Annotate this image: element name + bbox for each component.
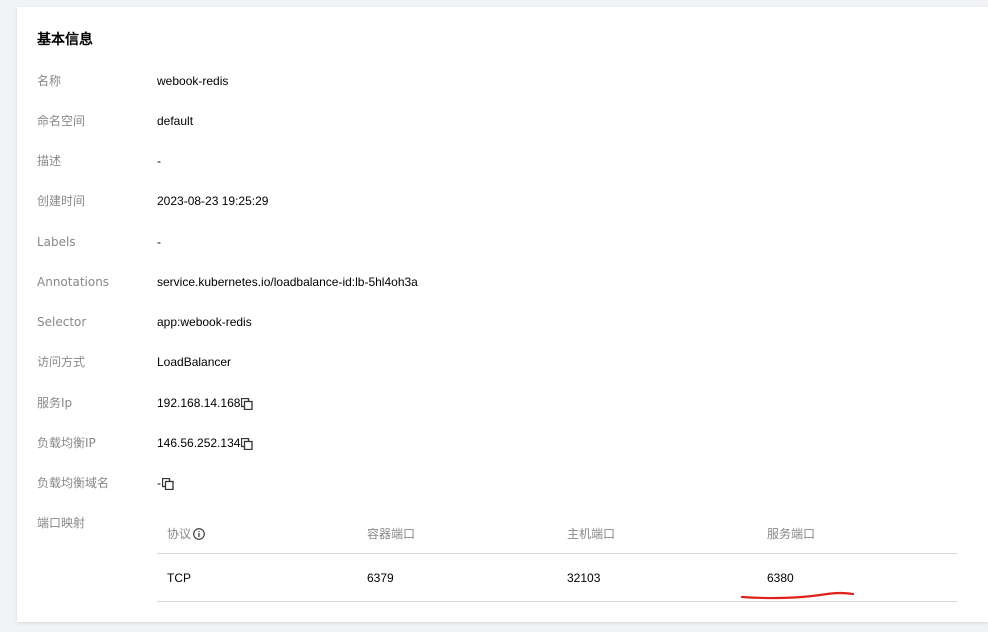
- cell-container-port: 6379: [367, 571, 394, 585]
- field-value: app:webook-redis: [157, 315, 252, 329]
- field-name: 名称 webook-redis: [0, 71, 988, 91]
- field-label: 服务Ip: [37, 396, 73, 410]
- table-header: 协议 容器端口 主机端口 服务端口: [157, 514, 957, 554]
- field-value: 146.56.252.134: [157, 436, 241, 450]
- section-title: 基本信息: [37, 32, 93, 48]
- field-label: 端口映射: [37, 516, 86, 530]
- field-label: 创建时间: [37, 194, 86, 208]
- field-annotations: Annotations service.kubernetes.io/loadba…: [0, 272, 988, 292]
- field-value: -: [157, 154, 161, 168]
- field-label: Selector: [37, 315, 87, 329]
- info-circle-icon[interactable]: [193, 528, 205, 540]
- field-label: 负载均衡IP: [37, 436, 96, 450]
- field-value-wrap: 146.56.252.134: [157, 433, 254, 453]
- column-header-protocol: 协议: [167, 525, 205, 543]
- cell-service-port: 6380: [767, 571, 794, 585]
- field-value: 2023-08-23 19:25:29: [157, 194, 269, 208]
- cell-host-port: 32103: [567, 571, 601, 585]
- copy-icon[interactable]: [241, 398, 254, 410]
- field-value: webook-redis: [157, 74, 229, 88]
- field-value: default: [157, 114, 194, 128]
- port-mapping-table: 协议 容器端口 主机端口 服务端口 TCP 6379 32103 6380: [157, 514, 957, 602]
- field-description: 描述 -: [0, 151, 988, 171]
- copy-icon[interactable]: [241, 438, 254, 450]
- field-created-time: 创建时间 2023-08-23 19:25:29: [0, 191, 988, 211]
- field-lb-ip: 负载均衡IP 146.56.252.134: [0, 433, 988, 453]
- field-label: 访问方式: [37, 355, 86, 369]
- field-value: 192.168.14.168: [157, 396, 241, 410]
- field-value-wrap: -: [157, 473, 174, 493]
- field-access-type: 访问方式 LoadBalancer: [0, 352, 988, 372]
- field-value: service.kubernetes.io/loadbalance-id:lb-…: [157, 275, 418, 289]
- cell-protocol: TCP: [167, 571, 191, 585]
- table-row: TCP 6379 32103 6380: [157, 554, 957, 602]
- field-labels: Labels -: [0, 232, 988, 252]
- copy-icon[interactable]: [162, 478, 174, 490]
- field-label: Labels: [37, 235, 76, 249]
- field-value-wrap: 192.168.14.168: [157, 393, 254, 413]
- field-label: 描述: [37, 154, 62, 168]
- column-header-host-port: 主机端口: [567, 527, 616, 541]
- field-selector: Selector app:webook-redis: [0, 312, 988, 332]
- field-lb-domain: 负载均衡域名 -: [0, 473, 988, 493]
- field-label: Annotations: [37, 275, 110, 289]
- field-value: -: [157, 235, 161, 249]
- field-value: LoadBalancer: [157, 355, 232, 369]
- column-header-container-port: 容器端口: [367, 527, 416, 541]
- field-service-ip: 服务Ip 192.168.14.168: [0, 393, 988, 413]
- column-header-label: 协议: [167, 527, 192, 541]
- field-label: 命名空间: [37, 114, 86, 128]
- field-value: -: [157, 476, 161, 490]
- field-namespace: 命名空间 default: [0, 111, 988, 131]
- column-header-service-port: 服务端口: [767, 527, 816, 541]
- field-label: 负载均衡域名: [37, 476, 110, 490]
- field-label: 名称: [37, 74, 62, 88]
